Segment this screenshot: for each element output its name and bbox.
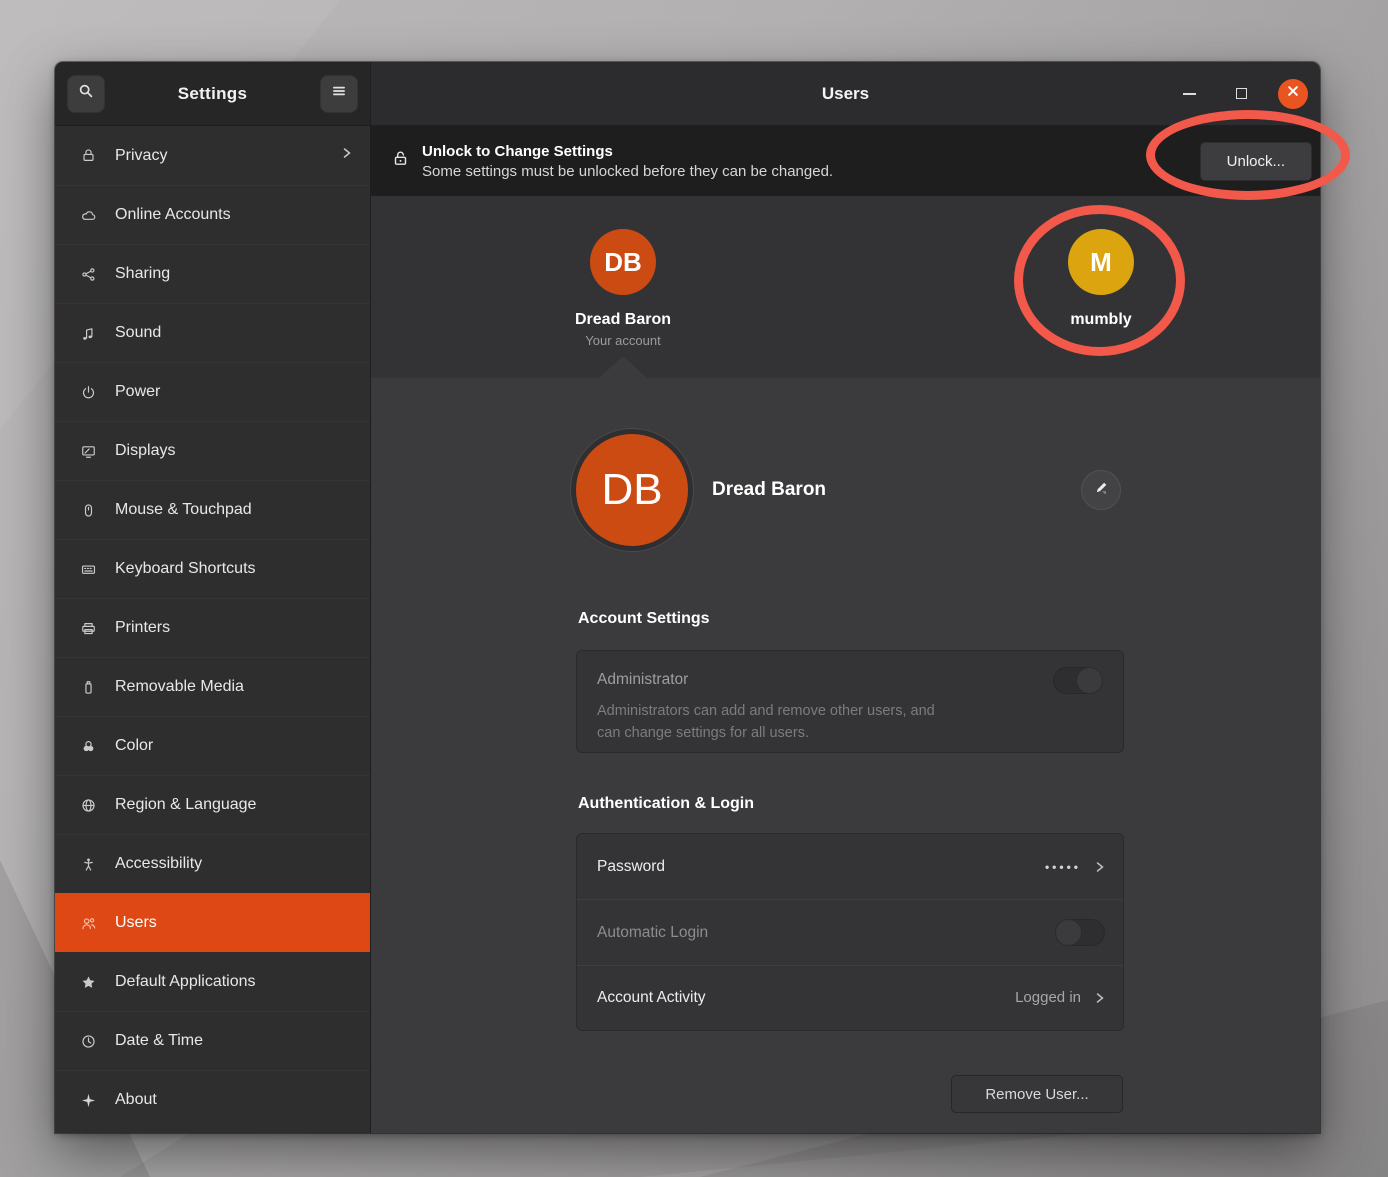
administrator-description: Administrators can add and remove other … — [597, 701, 1103, 745]
window-controls — [1174, 79, 1320, 109]
automatic-login-row: Automatic Login — [577, 899, 1123, 964]
share-icon — [77, 266, 99, 283]
edit-name-button[interactable] — [1081, 470, 1121, 510]
accessibility-icon — [77, 856, 99, 873]
search-icon — [77, 82, 95, 105]
maximize-icon — [1236, 88, 1247, 99]
lock-icon — [77, 147, 99, 164]
administrator-row: Administrator — [597, 667, 1103, 694]
sidebar-item-privacy[interactable]: Privacy — [55, 126, 370, 185]
sidebar-item-sound[interactable]: Sound — [55, 303, 370, 362]
hamburger-icon — [330, 82, 348, 105]
maximize-button[interactable] — [1226, 79, 1256, 109]
menu-button[interactable] — [320, 75, 358, 113]
user-dread-baron[interactable]: DB Dread Baron Your account — [533, 229, 713, 348]
user-mumbly[interactable]: M mumbly — [1011, 229, 1191, 329]
users-icon — [77, 915, 99, 932]
sidebar-item-date-time[interactable]: Date & Time — [55, 1011, 370, 1070]
search-button[interactable] — [67, 75, 105, 113]
user-subtitle: Your account — [585, 333, 660, 348]
close-icon — [1286, 84, 1300, 103]
sidebar-item-power[interactable]: Power — [55, 362, 370, 421]
sidebar-header: Settings — [55, 62, 370, 126]
avatar[interactable]: DB — [576, 434, 688, 546]
titlebar: Users — [371, 62, 1320, 126]
clock-icon — [77, 1033, 99, 1050]
sidebar-item-users[interactable]: Users — [55, 893, 370, 952]
profile-name: Dread Baron — [712, 479, 826, 501]
password-label: Password — [597, 858, 665, 876]
password-value: ••••• — [1045, 860, 1081, 874]
sidebar-item-color[interactable]: Color — [55, 716, 370, 775]
color-circles-icon — [77, 738, 99, 755]
section-title-account-settings: Account Settings — [578, 610, 710, 628]
power-icon — [77, 384, 99, 401]
administrator-card: Administrator Administrators can add and… — [576, 650, 1124, 753]
display-icon — [77, 443, 99, 460]
app-title: Settings — [105, 84, 320, 104]
sidebar-list: Privacy Online Accounts — [55, 126, 370, 1133]
avatar: M — [1068, 229, 1134, 295]
chevron-right-icon — [342, 145, 352, 166]
keyboard-icon — [77, 561, 99, 578]
sidebar-item-about[interactable]: About — [55, 1070, 370, 1129]
mouse-icon — [77, 502, 99, 519]
automatic-login-toggle[interactable] — [1055, 919, 1105, 946]
globe-icon — [77, 797, 99, 814]
unlock-banner: Unlock to Change Settings Some settings … — [371, 126, 1320, 196]
profile-row: DB Dread Baron — [576, 428, 1124, 552]
sidebar-item-removable-media[interactable]: Removable Media — [55, 657, 370, 716]
user-name: mumbly — [1070, 311, 1131, 329]
toggle-knob — [1076, 667, 1103, 694]
unlock-banner-title: Unlock to Change Settings — [422, 143, 833, 160]
sidebar-item-online-accounts[interactable]: Online Accounts — [55, 185, 370, 244]
administrator-label: Administrator — [597, 671, 688, 689]
authentication-card: Password ••••• Automatic Login Account A… — [576, 833, 1124, 1031]
chevron-right-icon — [1095, 859, 1105, 875]
account-activity-value: Logged in — [1015, 989, 1081, 1006]
password-row[interactable]: Password ••••• — [577, 834, 1123, 899]
minimize-button[interactable] — [1174, 79, 1204, 109]
star-icon — [77, 974, 99, 991]
automatic-login-label: Automatic Login — [597, 924, 708, 942]
sidebar: Settings Privacy — [55, 62, 370, 1133]
chevron-right-icon — [1095, 990, 1105, 1006]
section-title-authentication: Authentication & Login — [578, 795, 754, 813]
administrator-toggle[interactable] — [1053, 667, 1103, 694]
main-panel: Users Unlock to Change Settings Some s — [370, 62, 1320, 1133]
sidebar-item-accessibility[interactable]: Accessibility — [55, 834, 370, 893]
unlock-banner-text: Unlock to Change Settings Some settings … — [422, 143, 833, 180]
remove-user-button[interactable]: Remove User... — [951, 1075, 1123, 1113]
pencil-icon — [1093, 479, 1110, 501]
unlock-banner-subtitle: Some settings must be unlocked before th… — [422, 163, 833, 180]
close-button[interactable] — [1278, 79, 1308, 109]
user-carousel: DB Dread Baron Your account M mumbly — [371, 196, 1320, 378]
user-details: DB Dread Baron Account Settings Administ… — [371, 378, 1320, 1133]
cloud-icon — [77, 207, 99, 224]
usb-drive-icon — [77, 679, 99, 696]
minimize-icon — [1183, 93, 1196, 95]
toggle-knob — [1055, 919, 1082, 946]
account-activity-row[interactable]: Account Activity Logged in — [577, 965, 1123, 1030]
sidebar-item-default-applications[interactable]: Default Applications — [55, 952, 370, 1011]
printer-icon — [77, 620, 99, 637]
sidebar-item-printers[interactable]: Printers — [55, 598, 370, 657]
sidebar-item-keyboard-shortcuts[interactable]: Keyboard Shortcuts — [55, 539, 370, 598]
music-note-icon — [77, 325, 99, 342]
lock-icon — [391, 149, 410, 173]
sidebar-item-region-language[interactable]: Region & Language — [55, 775, 370, 834]
user-name: Dread Baron — [575, 311, 671, 329]
unlock-button[interactable]: Unlock... — [1200, 142, 1312, 181]
sidebar-item-displays[interactable]: Displays — [55, 421, 370, 480]
account-activity-label: Account Activity — [597, 989, 706, 1007]
settings-window: Settings Privacy — [55, 62, 1320, 1133]
sidebar-item-mouse-touchpad[interactable]: Mouse & Touchpad — [55, 480, 370, 539]
sidebar-item-sharing[interactable]: Sharing — [55, 244, 370, 303]
sparkle-icon — [77, 1092, 99, 1109]
avatar: DB — [590, 229, 656, 295]
selected-user-notch — [599, 356, 647, 378]
